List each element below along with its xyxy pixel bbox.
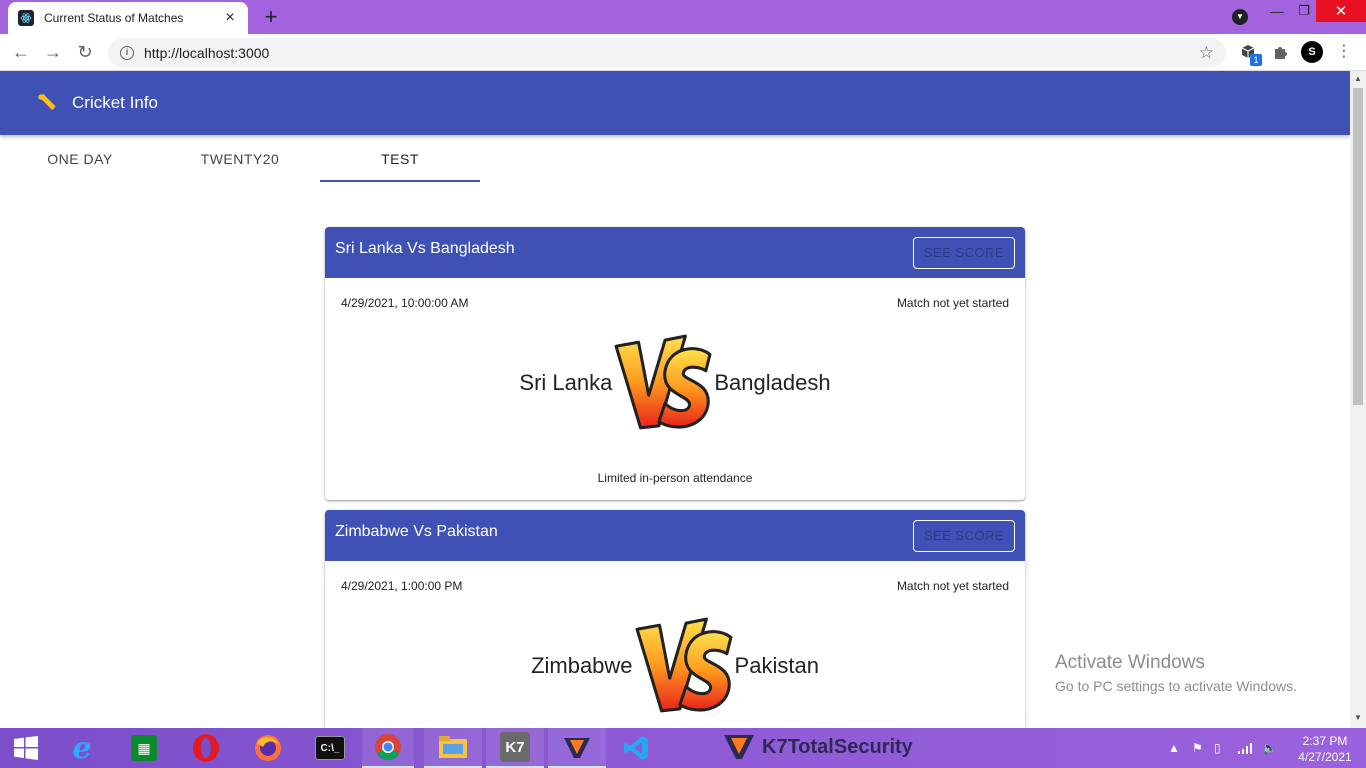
taskbar-k7-icon[interactable]: K7 — [486, 728, 544, 768]
tray-overflow-icon[interactable]: ▲ — [1168, 728, 1182, 768]
tab-one-day[interactable]: ONE DAY — [0, 135, 160, 183]
scroll-down-arrow-icon[interactable]: ▼ — [1353, 713, 1363, 723]
k7-total-security-banner: K7TotalSecurity — [722, 733, 913, 761]
team-two-name: Bangladesh — [714, 370, 831, 395]
minimize-button[interactable]: — — [1262, 0, 1292, 22]
taskbar-explorer-icon[interactable] — [424, 728, 482, 768]
match-datetime: 4/29/2021, 1:00:00 PM — [341, 579, 463, 593]
taskbar-ie-icon[interactable]: e — [56, 728, 108, 768]
versus-row: Zimbabwe Pakistan — [325, 611, 1025, 721]
profile-avatar[interactable]: S — [1301, 41, 1323, 63]
activation-watermark: Activate Windows Go to PC settings to ac… — [1055, 652, 1297, 694]
taskbar-store-icon[interactable]: ▦ — [118, 728, 170, 768]
taskbar-k7-shield-icon[interactable] — [548, 728, 606, 768]
extensions-puzzle-icon[interactable] — [1270, 42, 1290, 62]
address-bar[interactable]: i http://localhost:3000 ☆ — [108, 38, 1226, 67]
versus-row: Sri Lanka Bangladesh — [325, 328, 1025, 438]
attendance-note: Limited in-person attendance — [597, 471, 753, 485]
taskbar-opera-icon[interactable] — [180, 728, 232, 768]
restore-button[interactable]: ❐ — [1292, 0, 1316, 22]
tab-search-icon[interactable]: ▼ — [1232, 9, 1248, 25]
format-tabs: ONE DAY TWENTY20 TEST — [0, 135, 480, 183]
team-one-name: Sri Lanka — [519, 370, 613, 395]
match-meta: 4/29/2021, 10:00:00 AM Match not yet sta… — [325, 278, 1025, 328]
match-meta: 4/29/2021, 1:00:00 PM Match not yet star… — [325, 561, 1025, 611]
taskbar-chrome-icon[interactable] — [362, 728, 414, 768]
extension-badge: 1 — [1250, 54, 1262, 66]
bookmark-star-icon[interactable]: ☆ — [1199, 43, 1214, 63]
match-datetime: 4/29/2021, 10:00:00 AM — [341, 296, 469, 310]
clock-time: 2:37 PM — [1302, 734, 1348, 748]
browser-tab-title: Current Status of Matches — [44, 11, 184, 25]
browser-tab-strip: Current Status of Matches × + ▼ — ❐ ✕ — [0, 0, 1366, 34]
match-card-header: Sri Lanka Vs Bangladesh SEE SCORE — [325, 227, 1025, 278]
match-card-header: Zimbabwe Vs Pakistan SEE SCORE — [325, 510, 1025, 561]
scroll-thumb[interactable] — [1353, 88, 1363, 405]
tab-close-icon[interactable]: × — [222, 9, 238, 27]
tab-test[interactable]: TEST — [320, 135, 480, 183]
new-tab-button[interactable]: + — [258, 4, 284, 30]
scroll-up-arrow-icon[interactable]: ▲ — [1353, 74, 1363, 84]
browser-menu-icon[interactable]: ⋮ — [1336, 41, 1352, 63]
volume-icon[interactable]: 🔈 — [1262, 728, 1280, 768]
team-one-name: Zimbabwe — [531, 653, 633, 678]
team-two-name: Pakistan — [734, 653, 819, 678]
match-title: Zimbabwe Vs Pakistan — [335, 523, 498, 540]
battery-icon[interactable]: ▯ — [1214, 728, 1232, 768]
see-score-button[interactable]: SEE SCORE — [913, 520, 1015, 552]
system-clock[interactable]: 2:37 PM 4/27/2021 — [1290, 733, 1360, 765]
taskbar-vscode-icon[interactable] — [610, 728, 662, 768]
active-tab-indicator — [320, 180, 480, 182]
match-card: Sri Lanka Vs Bangladesh SEE SCORE 4/29/2… — [325, 227, 1025, 500]
cricket-bat-icon — [38, 94, 56, 110]
taskbar-cmd-icon[interactable]: C:\_ — [304, 728, 356, 768]
see-score-button[interactable]: SEE SCORE — [913, 237, 1015, 269]
page-viewport: Cricket Info ONE DAY TWENTY20 TEST Sri L… — [0, 71, 1350, 728]
k7-banner-text: K7TotalSecurity — [762, 735, 913, 758]
site-info-icon[interactable]: i — [120, 45, 134, 60]
page-scrollbar[interactable]: ▲ ▼ — [1350, 71, 1366, 728]
match-card: Zimbabwe Vs Pakistan SEE SCORE 4/29/2021… — [325, 510, 1025, 728]
match-status: Match not yet started — [896, 579, 1009, 593]
browser-toolbar: ← → ↻ i http://localhost:3000 ☆ — [0, 34, 1366, 71]
match-title: Sri Lanka Vs Bangladesh — [335, 240, 515, 257]
k7-logo-text: K7 — [500, 732, 530, 762]
browser-tab[interactable]: Current Status of Matches × — [8, 2, 248, 34]
network-signal-icon[interactable] — [1238, 728, 1256, 768]
versus-icon — [614, 334, 712, 430]
start-button[interactable] — [0, 728, 52, 768]
clock-date: 4/27/2021 — [1298, 750, 1352, 764]
k7-logo-icon — [724, 735, 754, 759]
reload-icon[interactable]: ↻ — [73, 40, 97, 64]
match-status: Match not yet started — [896, 296, 1009, 310]
windows-logo-icon — [14, 736, 38, 760]
windows-taskbar: e ▦ C:\_ K7 K7TotalSecurity ▲ ⚑ ▯ 🔈 2:37… — [0, 728, 1366, 768]
app-bar: Cricket Info — [0, 71, 1350, 135]
versus-icon — [635, 617, 732, 713]
app-title: Cricket Info — [72, 93, 158, 112]
tab-twenty20[interactable]: TWENTY20 — [160, 135, 320, 183]
back-arrow-icon[interactable]: ← — [9, 40, 33, 64]
window-close-button[interactable]: ✕ — [1316, 0, 1366, 22]
watermark-title: Activate Windows — [1055, 652, 1205, 673]
watermark-subtitle: Go to PC settings to activate Windows. — [1055, 678, 1297, 694]
url-text[interactable]: http://localhost:3000 — [144, 45, 1199, 61]
react-favicon-icon — [18, 10, 34, 26]
taskbar-firefox-icon[interactable] — [242, 728, 294, 768]
action-center-flag-icon[interactable]: ⚑ — [1192, 728, 1210, 768]
forward-arrow-icon[interactable]: → — [41, 40, 65, 64]
